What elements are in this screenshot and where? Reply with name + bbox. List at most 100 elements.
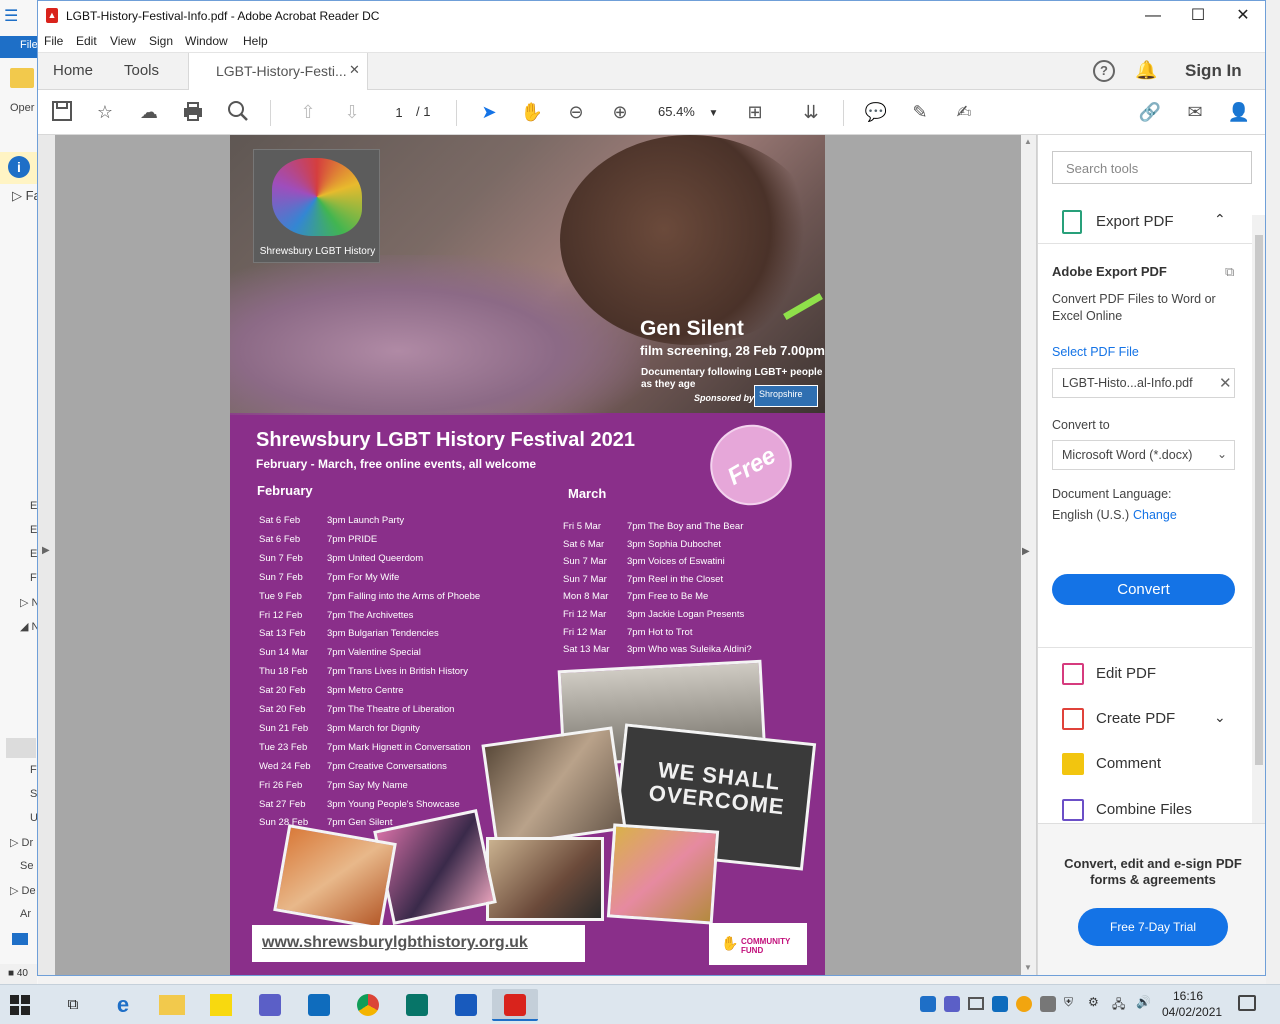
export-pdf-icon bbox=[1062, 210, 1082, 234]
windows-start-icon[interactable] bbox=[10, 995, 30, 1015]
previous-page-icon[interactable]: ⇧ bbox=[296, 100, 320, 124]
share-link-icon[interactable]: 🔗 bbox=[1138, 100, 1162, 124]
sticky-notes-icon[interactable] bbox=[204, 989, 238, 1021]
convert-button[interactable]: Convert bbox=[1052, 574, 1235, 605]
event-date: Sat 20 Feb bbox=[259, 685, 306, 697]
chrome-icon[interactable] bbox=[351, 989, 385, 1021]
event-name: 7pm Gen Silent bbox=[327, 817, 393, 829]
zoom-search-icon[interactable] bbox=[226, 100, 250, 124]
mail-icon[interactable] bbox=[12, 933, 28, 945]
action-center-icon[interactable] bbox=[1238, 995, 1256, 1011]
change-language-link[interactable]: Change bbox=[1133, 507, 1177, 524]
upload-cloud-icon[interactable]: ☁ bbox=[137, 100, 161, 124]
left-pane-toggle[interactable]: ▶ bbox=[38, 135, 55, 975]
tray-app-icon[interactable] bbox=[1016, 996, 1032, 1012]
collage-bookshelf-portrait bbox=[481, 726, 627, 848]
export-pdf-header[interactable]: Export PDF ⌃ bbox=[1038, 201, 1252, 243]
background-open-label[interactable]: Oper bbox=[10, 102, 34, 114]
bookmark-star-icon[interactable]: ☆ bbox=[93, 100, 117, 124]
file-explorer-icon[interactable] bbox=[155, 989, 189, 1021]
email-icon[interactable]: ✉ bbox=[1183, 100, 1207, 124]
tool-create-pdf[interactable]: Create PDF ⌄ bbox=[1038, 700, 1252, 738]
next-page-icon[interactable]: ⇩ bbox=[340, 100, 364, 124]
hand-tool-icon[interactable]: ✋ bbox=[520, 100, 544, 124]
tray-skype-icon[interactable] bbox=[920, 996, 936, 1012]
background-nav-item[interactable]: ▷ Dr bbox=[10, 836, 33, 849]
tray-mail-icon[interactable] bbox=[968, 997, 984, 1010]
sign-in-button[interactable]: Sign In bbox=[1185, 61, 1242, 81]
close-window-button[interactable]: ✕ bbox=[1220, 1, 1265, 31]
scroll-mode-icon[interactable]: ⇊ bbox=[799, 100, 823, 124]
menu-window[interactable]: Window bbox=[185, 34, 228, 48]
tab-home[interactable]: Home bbox=[53, 53, 93, 89]
folder-icon[interactable] bbox=[10, 68, 34, 88]
save-icon[interactable] bbox=[50, 100, 74, 124]
print-icon[interactable] bbox=[181, 100, 205, 124]
tray-security-icon[interactable]: ⛨ bbox=[1064, 995, 1073, 1010]
tab-tools[interactable]: Tools bbox=[124, 53, 159, 89]
minimize-button[interactable]: — bbox=[1130, 1, 1176, 31]
outlook-icon[interactable] bbox=[302, 989, 336, 1021]
menu-file[interactable]: File bbox=[44, 34, 63, 48]
clear-file-icon[interactable]: ✕ bbox=[1219, 374, 1232, 392]
chevron-down-icon[interactable]: ⌄ bbox=[1214, 709, 1226, 726]
menu-sign[interactable]: Sign bbox=[149, 34, 173, 48]
collapse-right-pane-icon[interactable]: ▶ bbox=[1022, 546, 1030, 557]
notification-bell-icon[interactable]: 🔔 bbox=[1135, 60, 1157, 81]
word-icon[interactable] bbox=[449, 989, 483, 1021]
fit-page-icon[interactable]: ⊞ bbox=[743, 100, 767, 124]
background-nav-item[interactable]: F bbox=[30, 764, 37, 776]
menu-help[interactable]: Help bbox=[243, 34, 268, 48]
task-view-icon[interactable]: ⧉ bbox=[56, 989, 90, 1021]
convert-format-select[interactable]: Microsoft Word (*.docx) ⌄ bbox=[1052, 440, 1235, 470]
teams-icon[interactable] bbox=[253, 989, 287, 1021]
background-nav-item[interactable]: F bbox=[30, 572, 37, 584]
menu-edit[interactable]: Edit bbox=[76, 34, 97, 48]
scroll-down-icon[interactable]: ▼ bbox=[1024, 963, 1032, 972]
event-name: 7pm Say My Name bbox=[327, 779, 408, 791]
tool-comment[interactable]: Comment bbox=[1038, 745, 1252, 783]
background-nav-item[interactable]: Se bbox=[20, 860, 33, 872]
fund-text: COMMUNITY FUND bbox=[741, 937, 791, 955]
sign-pen-icon[interactable]: ✍ bbox=[952, 100, 976, 124]
scroll-thumb[interactable] bbox=[1255, 235, 1263, 765]
chevron-up-icon[interactable]: ⌃ bbox=[1214, 211, 1226, 228]
copy-icon[interactable]: ⧉ bbox=[1225, 264, 1234, 280]
tab-document[interactable]: LGBT-History-Festi... ✕ bbox=[188, 53, 368, 90]
select-pdf-file-link[interactable]: Select PDF File bbox=[1052, 344, 1139, 361]
edge-browser-icon[interactable]: e bbox=[106, 989, 140, 1021]
help-icon[interactable]: ? bbox=[1093, 60, 1115, 82]
background-nav-item[interactable]: Ar bbox=[20, 908, 31, 920]
zoom-in-icon[interactable]: ⊕ bbox=[608, 100, 632, 124]
tray-volume-icon[interactable]: 🔊 bbox=[1136, 995, 1151, 1009]
tray-outlook-icon[interactable] bbox=[992, 996, 1008, 1012]
tool-edit-pdf[interactable]: Edit PDF bbox=[1038, 655, 1252, 693]
tray-network-icon[interactable]: 🖧 bbox=[1112, 995, 1125, 1016]
clock[interactable]: 16:16 04/02/2021 bbox=[1162, 988, 1222, 1020]
page-number-input[interactable]: 1 bbox=[382, 101, 416, 123]
tool-edit-pdf-label: Edit PDF bbox=[1096, 665, 1157, 682]
menu-view[interactable]: View bbox=[110, 34, 136, 48]
background-nav-item[interactable]: ▷ De bbox=[10, 884, 36, 897]
tray-teams-icon[interactable] bbox=[944, 996, 960, 1012]
tray-vpn-icon[interactable]: ⚙ bbox=[1088, 995, 1099, 1009]
publisher-icon[interactable] bbox=[400, 989, 434, 1021]
highlight-pen-icon[interactable]: ✎ bbox=[908, 100, 932, 124]
search-tools-input[interactable]: Search tools bbox=[1052, 151, 1252, 184]
comment-icon[interactable]: 💬 bbox=[864, 100, 888, 124]
website-url[interactable]: www.shrewsburylgbthistory.org.uk bbox=[262, 934, 528, 952]
scroll-up-icon[interactable]: ▲ bbox=[1024, 137, 1032, 146]
add-person-icon[interactable]: 👤 bbox=[1227, 100, 1251, 124]
selected-file-field[interactable]: LGBT-Histo...al-Info.pdf ✕ bbox=[1052, 368, 1235, 398]
background-file-tab[interactable]: File bbox=[0, 36, 38, 58]
zoom-level-select[interactable]: 65.4% ▼ bbox=[658, 104, 718, 119]
expand-left-icon[interactable]: ▶ bbox=[42, 545, 50, 556]
select-cursor-icon[interactable]: ➤ bbox=[477, 100, 501, 124]
tray-app-icon[interactable] bbox=[1040, 996, 1056, 1012]
free-trial-button[interactable]: Free 7-Day Trial bbox=[1078, 908, 1228, 946]
tab-close-icon[interactable]: ✕ bbox=[349, 62, 360, 78]
maximize-button[interactable]: ☐ bbox=[1175, 1, 1221, 31]
tools-pane-scrollbar[interactable] bbox=[1252, 215, 1265, 825]
zoom-out-icon[interactable]: ⊖ bbox=[564, 100, 588, 124]
acrobat-taskbar-icon[interactable] bbox=[492, 989, 538, 1021]
